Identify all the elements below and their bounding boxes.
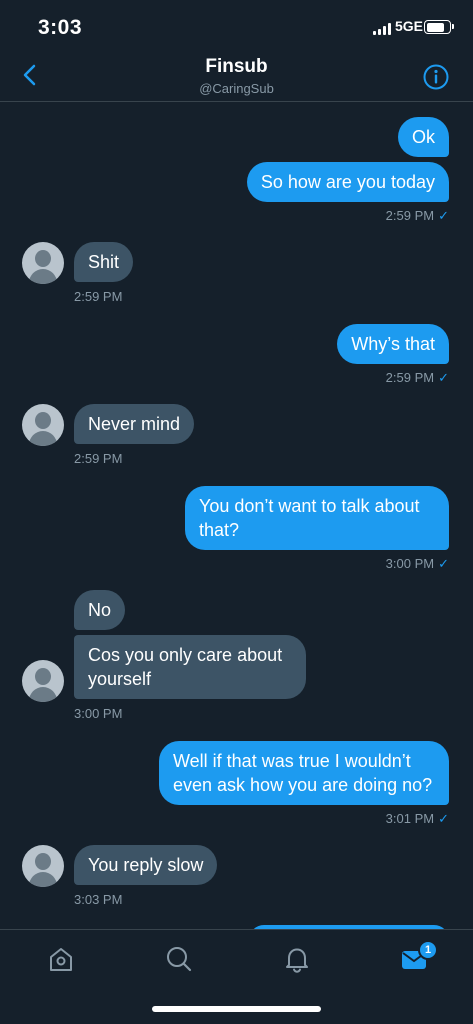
avatar[interactable] <box>22 660 64 702</box>
avatar[interactable] <box>22 845 64 887</box>
message-timestamp: 3:00 PM ✓ <box>385 556 449 571</box>
sent-check-icon: ✓ <box>438 370 449 385</box>
message-bubble-outgoing[interactable]: You don’t want to talk about that? <box>185 486 449 550</box>
status-bar: 3:03 5GE <box>0 0 473 56</box>
network-label: 5GE <box>395 18 424 34</box>
unread-badge: 1 <box>418 940 438 960</box>
message-list[interactable]: Ok So how are you today 2:59 PM ✓ Shit 2:… <box>0 103 473 929</box>
message-timestamp: 3:00 PM <box>74 706 123 721</box>
home-icon <box>50 948 72 971</box>
message-bubble-outgoing[interactable]: Why’s that <box>337 324 449 364</box>
sent-check-icon: ✓ <box>438 556 449 571</box>
conversation-title[interactable]: Finsub <box>0 56 473 78</box>
conversation-header: Finsub @CaringSub <box>0 56 473 102</box>
info-icon <box>423 64 449 90</box>
message-timestamp: 2:59 PM <box>74 451 123 466</box>
bell-icon <box>286 948 308 973</box>
message-bubble-incoming[interactable]: No <box>74 590 126 630</box>
message-bubble-outgoing[interactable]: Ok <box>397 117 449 157</box>
message-bubble-incoming[interactable]: Shit <box>74 242 134 282</box>
message-timestamp: 2:59 PM <box>74 289 123 304</box>
info-button[interactable] <box>423 64 449 90</box>
home-indicator[interactable] <box>152 1006 321 1012</box>
status-time: 3:03 <box>38 16 83 39</box>
message-timestamp: 2:59 PM ✓ <box>385 208 449 223</box>
message-timestamp: 3:01 PM ✓ <box>385 811 449 826</box>
message-bubble-incoming[interactable]: Never mind <box>74 404 195 444</box>
sent-check-icon: ✓ <box>438 208 449 223</box>
conversation-handle: @CaringSub <box>199 81 274 96</box>
message-bubble-incoming[interactable]: You reply slow <box>74 845 218 885</box>
tab-notifications[interactable] <box>282 944 312 974</box>
message-timestamp: 2:59 PM ✓ <box>385 370 449 385</box>
message-bubble-outgoing[interactable]: So how are you today <box>246 162 449 202</box>
message-timestamp: 3:03 PM <box>74 892 123 907</box>
tab-home[interactable] <box>46 944 76 974</box>
avatar[interactable] <box>22 404 64 446</box>
tab-search[interactable] <box>164 944 194 974</box>
battery-icon <box>424 20 454 34</box>
message-bubble-incoming[interactable]: Cos you only care about yourself <box>74 635 306 699</box>
search-icon <box>167 947 192 972</box>
avatar[interactable] <box>22 242 64 284</box>
message-bubble-outgoing[interactable]: Well if that was true I wouldn’t even as… <box>159 741 449 805</box>
sent-check-icon: ✓ <box>438 811 449 826</box>
signal-icon <box>373 23 393 35</box>
